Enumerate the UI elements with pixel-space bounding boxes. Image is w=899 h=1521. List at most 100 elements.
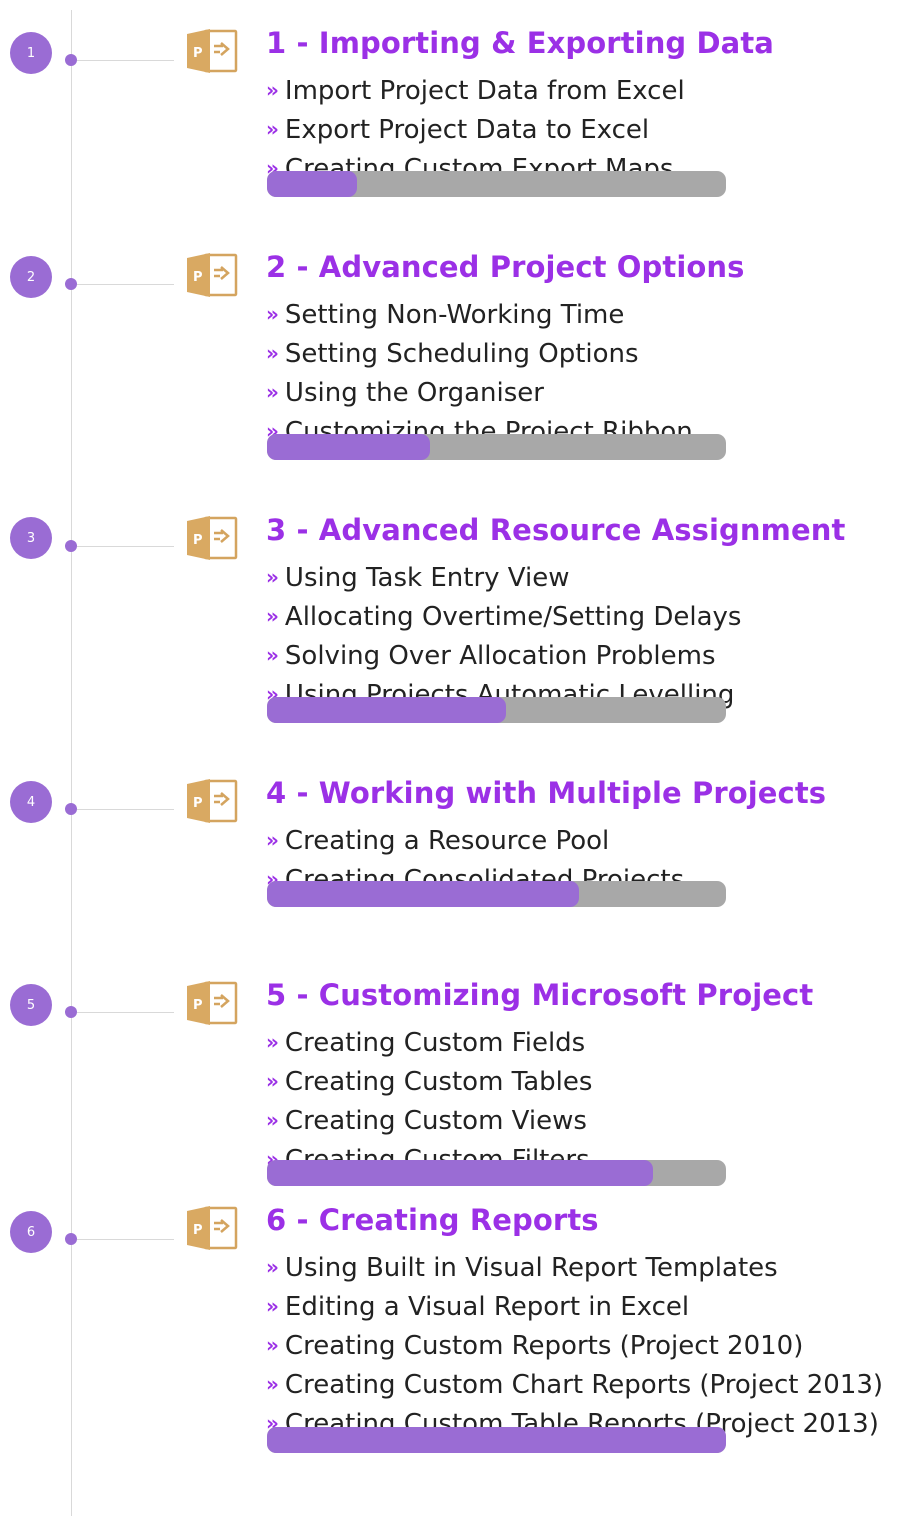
project-file-icon: P (187, 516, 238, 560)
double-chevron-icon: » (266, 1372, 279, 1396)
double-chevron-icon: » (266, 78, 279, 102)
lesson-item: » Using the Organiser (266, 374, 693, 413)
progress-bar (267, 697, 726, 723)
timeline-dot (65, 540, 77, 552)
module-title: 4 - Working with Multiple Projects (266, 776, 827, 810)
double-chevron-icon: » (266, 1333, 279, 1357)
module-title: 3 - Advanced Resource Assignment (266, 513, 846, 547)
lesson-label: Creating a Resource Pool (284, 826, 610, 856)
timeline-connector (77, 284, 174, 285)
lesson-label: Creating Custom Chart Reports (Project 2… (284, 1370, 884, 1400)
progress-bar-fill (267, 1160, 653, 1186)
double-chevron-icon: » (266, 1030, 279, 1054)
timeline-connector (77, 546, 174, 547)
double-chevron-icon: » (266, 565, 279, 589)
lesson-item: » Creating Custom Views (266, 1102, 592, 1141)
lesson-item: » Creating Custom Chart Reports (Project … (266, 1366, 883, 1405)
progress-bar (267, 1160, 726, 1186)
double-chevron-icon: » (266, 380, 279, 404)
progress-bar-fill (267, 697, 506, 723)
module-title: 1 - Importing & Exporting Data (266, 26, 774, 60)
lesson-item: » Export Project Data to Excel (266, 111, 685, 150)
lesson-label: Solving Over Allocation Problems (284, 641, 716, 671)
svg-text:P: P (193, 533, 203, 548)
double-chevron-icon: » (266, 1108, 279, 1132)
lesson-label: Creating Custom Views (284, 1106, 587, 1136)
lesson-item: » Setting Scheduling Options (266, 335, 693, 374)
progress-bar-fill (267, 171, 357, 197)
project-file-icon: P (187, 1206, 238, 1250)
lesson-item: » Editing a Visual Report in Excel (266, 1288, 883, 1327)
timeline-dot (65, 278, 77, 290)
double-chevron-icon: » (266, 1255, 279, 1279)
lesson-item: » Setting Non-Working Time (266, 296, 693, 335)
timeline-connector (77, 809, 174, 810)
double-chevron-icon: » (266, 341, 279, 365)
lesson-label: Allocating Overtime/Setting Delays (284, 602, 742, 632)
module-number-badge: 5 (10, 984, 52, 1026)
svg-text:P: P (193, 796, 203, 811)
lesson-item: » Creating Custom Reports (Project 2010) (266, 1327, 883, 1366)
lesson-item: » Using Task Entry View (266, 559, 741, 598)
double-chevron-icon: » (266, 117, 279, 141)
project-file-icon: P (187, 981, 238, 1025)
project-file-icon: P (187, 29, 238, 73)
lesson-item: » Import Project Data from Excel (266, 72, 685, 111)
module-number-badge: 3 (10, 517, 52, 559)
project-file-icon: P (187, 779, 238, 823)
double-chevron-icon: » (266, 604, 279, 628)
lesson-label: Creating Custom Fields (284, 1028, 586, 1058)
timeline-dot (65, 1006, 77, 1018)
module-number-badge: 1 (10, 32, 52, 74)
lesson-item: » Solving Over Allocation Problems (266, 637, 741, 676)
timeline-dot (65, 1233, 77, 1245)
lesson-label: Using the Organiser (284, 378, 544, 408)
timeline-dot (65, 54, 77, 66)
progress-bar (267, 434, 726, 460)
lesson-list: » Setting Non-Working Time» Setting Schedu… (266, 296, 693, 452)
svg-text:P: P (193, 998, 203, 1013)
module-number-badge: 4 (10, 781, 52, 823)
module-title: 5 - Customizing Microsoft Project (266, 978, 814, 1012)
svg-text:P: P (193, 46, 203, 61)
double-chevron-icon: » (266, 828, 279, 852)
progress-bar (267, 171, 726, 197)
progress-bar (267, 881, 726, 907)
module-title: 2 - Advanced Project Options (266, 250, 745, 284)
progress-bar (267, 1427, 726, 1453)
module-number-badge: 6 (10, 1211, 52, 1253)
lesson-label: Export Project Data to Excel (284, 115, 650, 145)
lesson-list: » Using Task Entry View» Allocating Overti… (266, 559, 741, 715)
lesson-item: » Using Built in Visual Report Templates (266, 1249, 883, 1288)
lesson-item: » Creating Custom Fields (266, 1024, 592, 1063)
lesson-item: » Allocating Overtime/Setting Delays (266, 598, 741, 637)
double-chevron-icon: » (266, 1294, 279, 1318)
lesson-label: Creating Custom Reports (Project 2010) (284, 1331, 804, 1361)
progress-bar-fill (267, 434, 430, 460)
timeline-dot (65, 803, 77, 815)
progress-bar-fill (267, 1427, 726, 1453)
lesson-item: » Creating Custom Tables (266, 1063, 592, 1102)
module-number-badge: 2 (10, 256, 52, 298)
svg-text:P: P (193, 1223, 203, 1238)
lesson-label: Import Project Data from Excel (284, 76, 685, 106)
lesson-label: Using Task Entry View (284, 563, 570, 593)
double-chevron-icon: » (266, 1069, 279, 1093)
lesson-list: » Using Built in Visual Report Templates»… (266, 1249, 883, 1444)
timeline-connector (77, 60, 174, 61)
lesson-label: Setting Non-Working Time (284, 300, 625, 330)
project-file-icon: P (187, 253, 238, 297)
double-chevron-icon: » (266, 302, 279, 326)
svg-text:P: P (193, 270, 203, 285)
lesson-label: Creating Custom Tables (284, 1067, 593, 1097)
timeline-line (71, 10, 72, 1516)
timeline-connector (77, 1239, 174, 1240)
lesson-label: Using Built in Visual Report Templates (284, 1253, 778, 1283)
timeline-connector (77, 1012, 174, 1013)
lesson-label: Editing a Visual Report in Excel (284, 1292, 690, 1322)
lesson-item: » Creating a Resource Pool (266, 822, 684, 861)
double-chevron-icon: » (266, 643, 279, 667)
lesson-label: Setting Scheduling Options (284, 339, 639, 369)
module-title: 6 - Creating Reports (266, 1203, 599, 1237)
lesson-list: » Creating Custom Fields» Creating Custom … (266, 1024, 592, 1180)
